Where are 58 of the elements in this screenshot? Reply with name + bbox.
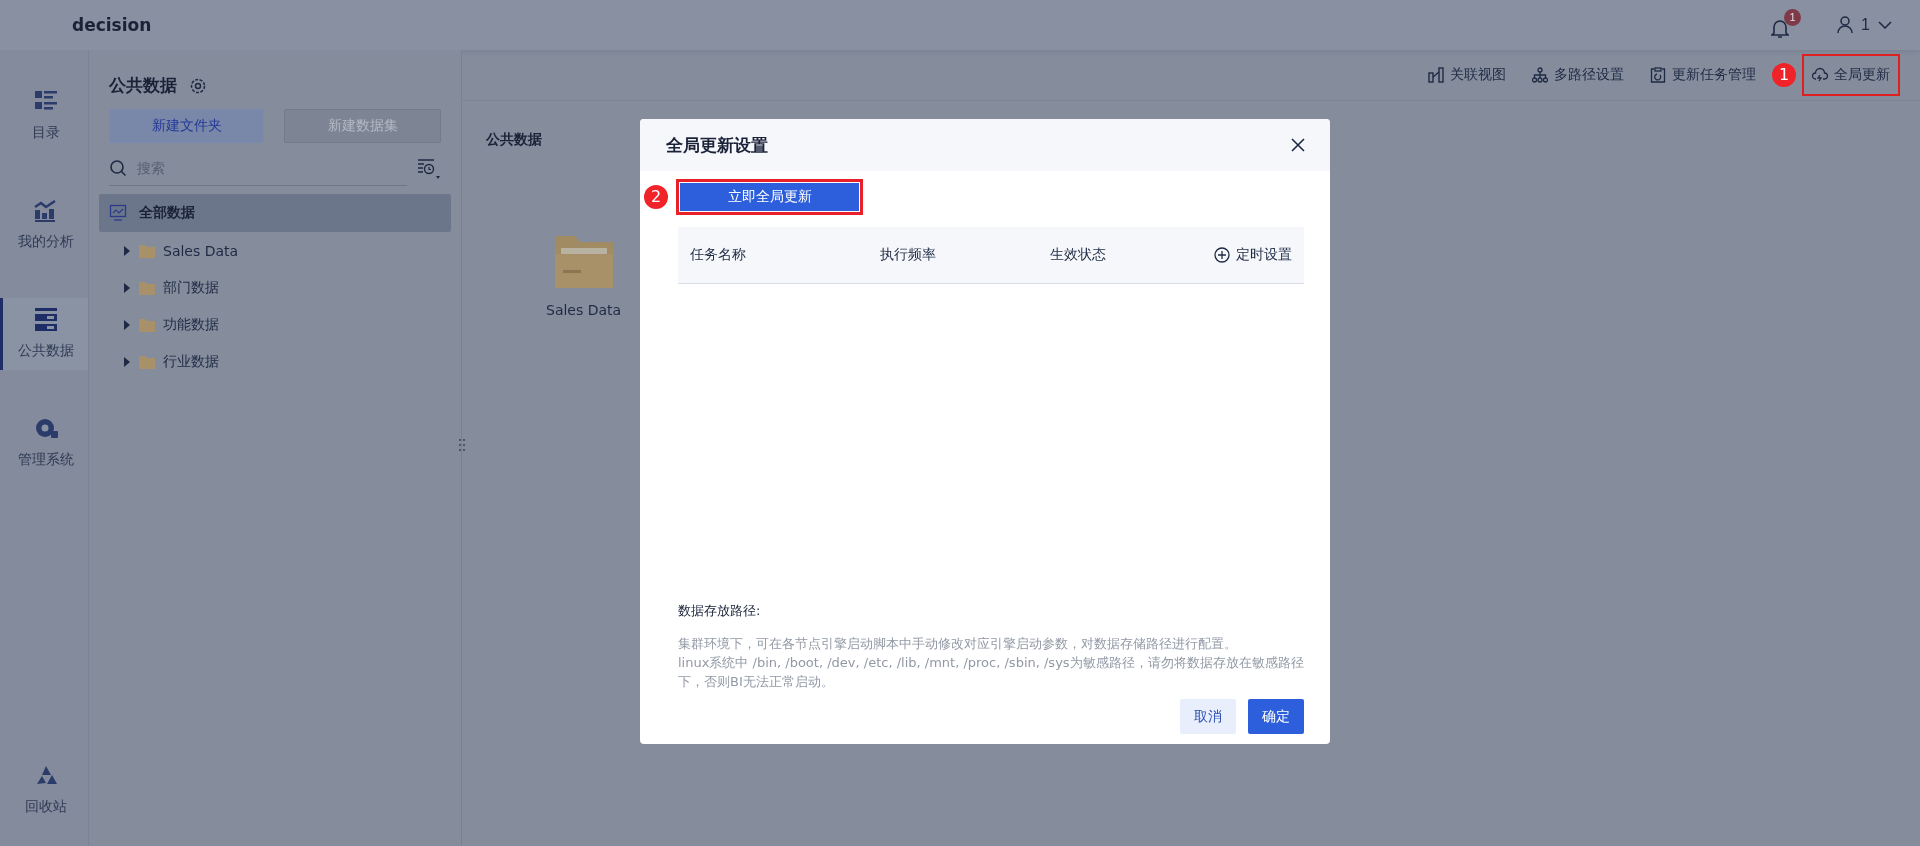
chevron-down-icon <box>1878 21 1892 29</box>
toolbar-button[interactable]: 全局更新 <box>1802 54 1900 96</box>
hierarchy-icon <box>1532 67 1548 83</box>
rail-item[interactable]: 管理系统 <box>0 407 88 479</box>
rail-item[interactable]: 公共数据 <box>0 298 88 370</box>
breadcrumb: 公共数据 <box>486 131 542 149</box>
expand-arrow-icon <box>123 319 131 330</box>
expand-arrow-icon <box>123 282 131 293</box>
column-header: 生效状态 <box>1050 246 1107 264</box>
dialog-title: 全局更新设置 <box>666 133 768 157</box>
rail-item[interactable]: 我的分析 <box>0 189 88 261</box>
panel-title: 公共数据 <box>109 74 177 97</box>
bell-icon <box>1771 19 1790 39</box>
panel-button[interactable]: 新建文件夹 <box>109 109 264 143</box>
settings-icon[interactable] <box>189 76 207 95</box>
note-text: linux系统中 /bin, /boot, /dev, /etc, /lib, /mnt, /proc, /sbin, /sys为敏感路径，请勿将数据存放在敏感路径下，否则BI无法正常启动。 <box>678 654 1304 691</box>
expand-arrow-icon <box>123 356 131 367</box>
note-text: 集群环境下，可在各节点引擎启动脚本中手动修改对应引擎启动参数，对数据存储路径进行配置。 <box>678 635 1238 653</box>
notification-badge: 1 <box>1784 9 1802 26</box>
tree-item[interactable]: 功能数据 <box>99 306 451 343</box>
folder-tile[interactable]: Sales Data <box>546 234 622 318</box>
column-header: 执行频率 <box>880 246 937 264</box>
step-badge: 1 <box>1772 63 1796 87</box>
filter-clock-icon[interactable] <box>417 157 441 180</box>
plus-circle-icon <box>1214 247 1230 263</box>
tree-item[interactable]: Sales Data <box>99 232 451 269</box>
expand-arrow-icon <box>123 245 131 256</box>
tree-item[interactable]: 全部数据 <box>99 194 451 232</box>
rail-item[interactable]: 回收站 <box>0 756 88 826</box>
person-icon <box>1837 16 1854 34</box>
notification-button[interactable]: 1 <box>1771 9 1802 41</box>
close-icon[interactable] <box>1290 137 1306 153</box>
cancel-button[interactable]: 取消 <box>1180 699 1236 734</box>
update-now-button[interactable]: 立即全局更新 <box>676 179 863 215</box>
step-badge: 2 <box>644 185 668 209</box>
monitor-chart-icon <box>109 204 127 222</box>
folder-icon <box>139 354 155 369</box>
folder-icon <box>139 243 155 258</box>
folder-icon <box>554 234 613 288</box>
rail-item[interactable]: 目录 <box>0 80 88 152</box>
user-menu[interactable]: 1 <box>1833 12 1896 38</box>
resize-handle-icon[interactable] <box>458 438 466 452</box>
toolbar-button[interactable]: 更新任务管理 <box>1640 54 1766 96</box>
schedule-button[interactable]: 定时设置 <box>1208 245 1298 265</box>
app-title: decision <box>72 15 152 35</box>
toolbar-button[interactable]: 关联视图 <box>1418 54 1516 96</box>
confirm-button[interactable]: 确定 <box>1248 699 1304 734</box>
tree-item[interactable]: 行业数据 <box>99 343 451 380</box>
search-icon <box>109 159 127 177</box>
column-header: 任务名称 <box>690 246 747 264</box>
database-icon <box>32 306 59 332</box>
toolbar-button[interactable]: 多路径设置 <box>1522 54 1634 96</box>
path-title: 数据存放路径: <box>678 602 762 620</box>
clipboard-refresh-icon <box>1650 67 1666 83</box>
folder-icon <box>139 317 155 332</box>
folder-icon <box>139 280 155 295</box>
tree-item[interactable]: 部门数据 <box>99 269 451 306</box>
bar-link-icon <box>1428 67 1444 83</box>
